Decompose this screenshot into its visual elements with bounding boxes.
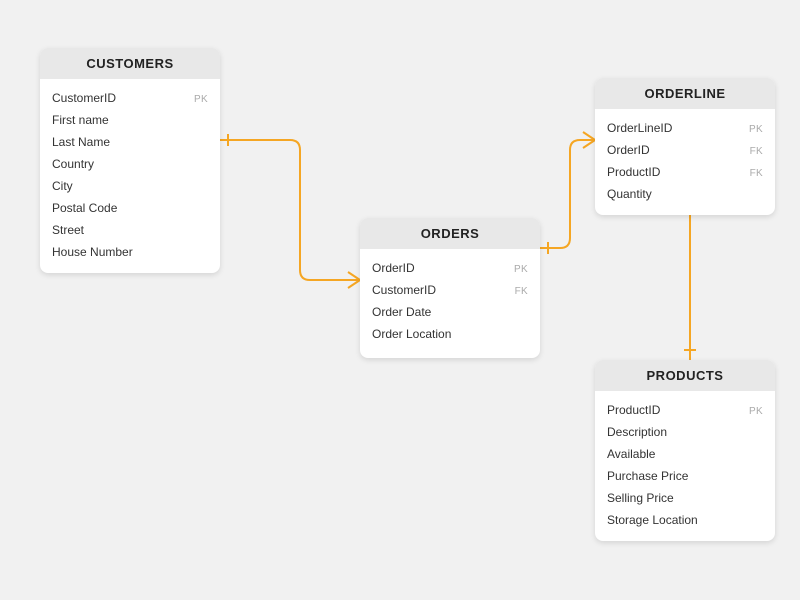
field-row: OrderLineID PK <box>607 117 763 139</box>
field-name: Order Date <box>372 303 431 321</box>
field-row: City <box>52 175 208 197</box>
field-row: Description <box>607 421 763 443</box>
field-row: OrderID FK <box>607 139 763 161</box>
field-name: Available <box>607 445 655 463</box>
field-row: Quantity <box>607 183 763 205</box>
field-key: PK <box>749 404 763 419</box>
entity-orderline-body: OrderLineID PK OrderID FK ProductID FK Quan… <box>595 109 775 215</box>
entity-products-header: PRODUCTS <box>595 360 775 391</box>
field-row: Country <box>52 153 208 175</box>
field-name: CustomerID <box>372 281 436 299</box>
field-key: FK <box>515 284 528 299</box>
field-name: Postal Code <box>52 199 117 217</box>
field-name: OrderLineID <box>607 119 672 137</box>
field-name: House Number <box>52 243 133 261</box>
field-name: Purchase Price <box>607 467 688 485</box>
entity-orderline-header: ORDERLINE <box>595 78 775 109</box>
field-name: Selling Price <box>607 489 674 507</box>
entity-orders[interactable]: ORDERS OrderID PK CustomerID FK Order Date… <box>360 218 540 358</box>
field-row: Available <box>607 443 763 465</box>
field-key: FK <box>750 166 763 181</box>
field-name: ProductID <box>607 163 660 181</box>
field-row: ProductID PK <box>607 399 763 421</box>
field-name: First name <box>52 111 109 129</box>
entity-products-body: ProductID PK Description Available Purcha… <box>595 391 775 541</box>
field-row: Street <box>52 219 208 241</box>
field-row: ProductID FK <box>607 161 763 183</box>
field-name: Description <box>607 423 667 441</box>
field-name: City <box>52 177 73 195</box>
field-name: CustomerID <box>52 89 116 107</box>
entity-orders-body: OrderID PK CustomerID FK Order Date Order … <box>360 249 540 355</box>
entity-orderline[interactable]: ORDERLINE OrderLineID PK OrderID FK Produc… <box>595 78 775 215</box>
field-row: CustomerID FK <box>372 279 528 301</box>
field-row: Last Name <box>52 131 208 153</box>
field-name: Order Location <box>372 325 451 343</box>
field-name: OrderID <box>607 141 650 159</box>
field-name: ProductID <box>607 401 660 419</box>
field-row: First name <box>52 109 208 131</box>
entity-products[interactable]: PRODUCTS ProductID PK Description Availab… <box>595 360 775 541</box>
field-name: Quantity <box>607 185 652 203</box>
field-name: Street <box>52 221 84 239</box>
field-name: Last Name <box>52 133 110 151</box>
field-key: PK <box>749 122 763 137</box>
field-row: Postal Code <box>52 197 208 219</box>
field-key: PK <box>514 262 528 277</box>
field-name: Country <box>52 155 94 173</box>
field-row: CustomerID PK <box>52 87 208 109</box>
field-name: OrderID <box>372 259 415 277</box>
field-row: Order Location <box>372 323 528 345</box>
field-name: Storage Location <box>607 511 698 529</box>
entity-customers-body: CustomerID PK First name Last Name Countr… <box>40 79 220 273</box>
entity-orders-header: ORDERS <box>360 218 540 249</box>
field-row: Selling Price <box>607 487 763 509</box>
field-row: Purchase Price <box>607 465 763 487</box>
entity-customers[interactable]: CUSTOMERS CustomerID PK First name Last N… <box>40 48 220 273</box>
field-row: House Number <box>52 241 208 263</box>
field-key: PK <box>194 92 208 107</box>
field-row: Order Date <box>372 301 528 323</box>
field-row: OrderID PK <box>372 257 528 279</box>
field-key: FK <box>750 144 763 159</box>
entity-customers-header: CUSTOMERS <box>40 48 220 79</box>
field-row: Storage Location <box>607 509 763 531</box>
